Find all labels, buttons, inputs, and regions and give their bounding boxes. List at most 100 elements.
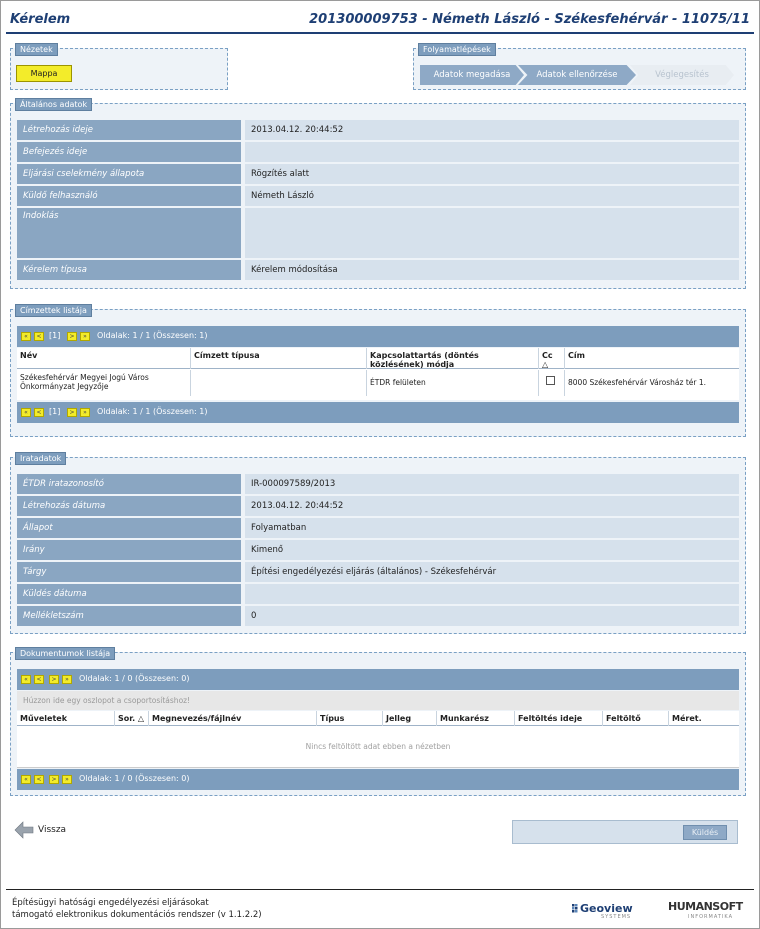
- recipients-table: Név Címzett típusa Kapcsolattartás (dönt…: [17, 348, 739, 400]
- field-kuldes-datuma: Küldés dátuma: [17, 584, 739, 604]
- views-panel: Nézetek Mappa: [10, 43, 228, 90]
- next-page-button[interactable]: >: [49, 675, 59, 684]
- general-data-panel: Általános adatok Létrehozás ideje 2013.0…: [10, 98, 746, 289]
- column-header-feltolto[interactable]: Feltöltő: [603, 711, 669, 726]
- process-steps-legend: Folyamatlépések: [418, 43, 496, 56]
- step-veglegesites: Véglegesítés: [630, 65, 734, 85]
- back-label: Vissza: [38, 825, 67, 835]
- field-value: [245, 584, 739, 604]
- column-header-cimzett-tipusa[interactable]: Címzett típusa: [191, 348, 367, 369]
- field-value: Németh László: [245, 186, 739, 206]
- field-letrehozas-datuma: Létrehozás dátuma 2013.04.12. 20:44:52: [17, 496, 739, 516]
- back-arrow-icon: [14, 821, 34, 839]
- last-page-button[interactable]: »: [62, 675, 72, 684]
- current-page[interactable]: [1]: [49, 331, 60, 340]
- column-header-munkaresz[interactable]: Munkarész: [437, 711, 515, 726]
- recipients-panel: Címzettek listája « < [1] > » Oldalak: 1…: [10, 304, 746, 437]
- field-label: Befejezés ideje: [17, 142, 241, 162]
- last-page-button[interactable]: »: [80, 332, 90, 341]
- general-data-legend: Általános adatok: [15, 98, 93, 111]
- column-header-kapcsolattartas[interactable]: Kapcsolattartás (döntés közlésének) módj…: [367, 348, 539, 369]
- recipients-pager-bottom: « < [1] > » Oldalak: 1 / 1 (Összesen: 1): [17, 402, 739, 423]
- geoview-logo-subtitle: SYSTEMS: [601, 914, 632, 920]
- first-page-button[interactable]: «: [21, 775, 31, 784]
- field-label: Eljárási cselekmény állapota: [17, 164, 241, 184]
- first-page-button[interactable]: «: [21, 675, 31, 684]
- column-header-cim[interactable]: Cím: [565, 348, 739, 369]
- first-page-button[interactable]: «: [21, 408, 31, 417]
- field-label: Létrehozás ideje: [17, 120, 241, 140]
- pager-info: Oldalak: 1 / 1 (Összesen: 1): [97, 331, 208, 340]
- column-header-jelleg[interactable]: Jelleg: [383, 711, 437, 726]
- field-label: Állapot: [17, 518, 241, 538]
- next-page-button[interactable]: >: [49, 775, 59, 784]
- documents-empty-area: Nincs feltöltött adat ebben a nézetben: [17, 726, 739, 768]
- column-header-feltoltes-ideje[interactable]: Feltöltés ideje: [515, 711, 603, 726]
- column-header-sor[interactable]: Sor. △: [115, 711, 149, 726]
- field-value: IR-000097589/2013: [245, 474, 739, 494]
- cell-nev: Székesfehérvár Megyei Jogú Város Önkormá…: [17, 370, 191, 396]
- geoview-logo-icon: [572, 904, 578, 913]
- field-value: Folyamatban: [245, 518, 739, 538]
- field-label: Kérelem típusa: [17, 260, 241, 280]
- prev-page-button[interactable]: <: [34, 675, 44, 684]
- folder-button[interactable]: Mappa: [16, 65, 72, 82]
- field-label: ÉTDR iratazonosító: [17, 474, 241, 494]
- step-adatok-ellenorzese[interactable]: Adatok ellenőrzése: [518, 65, 636, 85]
- field-value: Kérelem módosítása: [245, 260, 739, 280]
- column-header-meret[interactable]: Méret.: [669, 711, 739, 726]
- cell-tipus: [191, 370, 367, 396]
- field-label: Irány: [17, 540, 241, 560]
- footer-text: Építésügyi hatósági engedélyezési eljárá…: [12, 897, 262, 921]
- views-legend: Nézetek: [15, 43, 58, 56]
- recipients-pager-top: « < [1] > » Oldalak: 1 / 1 (Összesen: 1): [17, 326, 739, 347]
- process-steps-panel: Folyamatlépések Adatok megadása Adatok e…: [413, 43, 746, 90]
- field-label: Létrehozás dátuma: [17, 496, 241, 516]
- field-eljarasi-allapot: Eljárási cselekmény állapota Rögzítés al…: [17, 164, 739, 184]
- column-header-nev[interactable]: Név: [17, 348, 191, 369]
- prev-page-button[interactable]: <: [34, 332, 44, 341]
- column-header-megnevezes[interactable]: Megnevezés/fájlnév: [149, 711, 317, 726]
- humansoft-logo-subtitle: INFORMATIKA: [688, 914, 733, 920]
- field-targy: Tárgy Építési engedélyezési eljárás (ált…: [17, 562, 739, 582]
- field-value: Építési engedélyezési eljárás (általános…: [245, 562, 739, 582]
- empty-message: Nincs feltöltött adat ebben a nézetben: [305, 742, 451, 751]
- table-header: Műveletek Sor. △ Megnevezés/fájlnév Típu…: [17, 711, 739, 726]
- column-header-cc[interactable]: Cc △: [539, 348, 565, 369]
- column-header-muveletek[interactable]: Műveletek: [17, 711, 115, 726]
- field-letrehozas-ideje: Létrehozás ideje 2013.04.12. 20:44:52: [17, 120, 739, 140]
- next-page-button[interactable]: >: [67, 408, 77, 417]
- field-value: 0: [245, 606, 739, 626]
- prev-page-button[interactable]: <: [34, 775, 44, 784]
- field-label: Mellékletszám: [17, 606, 241, 626]
- cc-checkbox[interactable]: [546, 376, 555, 385]
- field-label: Küldés dátuma: [17, 584, 241, 604]
- column-header-tipus[interactable]: Típus: [317, 711, 383, 726]
- field-value: [245, 208, 739, 258]
- current-page[interactable]: [1]: [49, 407, 60, 416]
- page-title: Kérelem: [10, 12, 71, 27]
- last-page-button[interactable]: »: [80, 408, 90, 417]
- field-label: Küldő felhasználó: [17, 186, 241, 206]
- send-button[interactable]: Küldés: [683, 825, 727, 840]
- cell-mod: ÉTDR felületen: [367, 370, 539, 396]
- process-steps: Adatok megadása Adatok ellenőrzése Végle…: [420, 65, 734, 85]
- step-adatok-megadasa[interactable]: Adatok megadása: [420, 65, 524, 85]
- group-by-drop-area[interactable]: Húzzon ide egy oszlopot a csoportosításh…: [17, 691, 739, 710]
- cell-cim: 8000 Székesfehérvár Városház tér 1.: [568, 378, 706, 387]
- field-value: Kimenő: [245, 540, 739, 560]
- documents-pager-bottom: « < > » Oldalak: 1 / 0 (Összesen: 0): [17, 769, 739, 790]
- recipients-legend: Címzettek listája: [15, 304, 92, 317]
- document-data-legend: Iratadatok: [15, 452, 67, 465]
- prev-page-button[interactable]: <: [34, 408, 44, 417]
- last-page-button[interactable]: »: [62, 775, 72, 784]
- table-header: Név Címzett típusa Kapcsolattartás (dönt…: [17, 348, 739, 369]
- cell-cc: [539, 370, 565, 396]
- submit-bar: Küldés: [512, 820, 738, 844]
- first-page-button[interactable]: «: [21, 332, 31, 341]
- field-indoklas: Indoklás: [17, 208, 739, 258]
- next-page-button[interactable]: >: [67, 332, 77, 341]
- field-befejezes-ideje: Befejezés ideje: [17, 142, 739, 162]
- footer-line-2: támogató elektronikus dokumentációs rend…: [12, 910, 262, 920]
- footer-divider: [6, 889, 754, 890]
